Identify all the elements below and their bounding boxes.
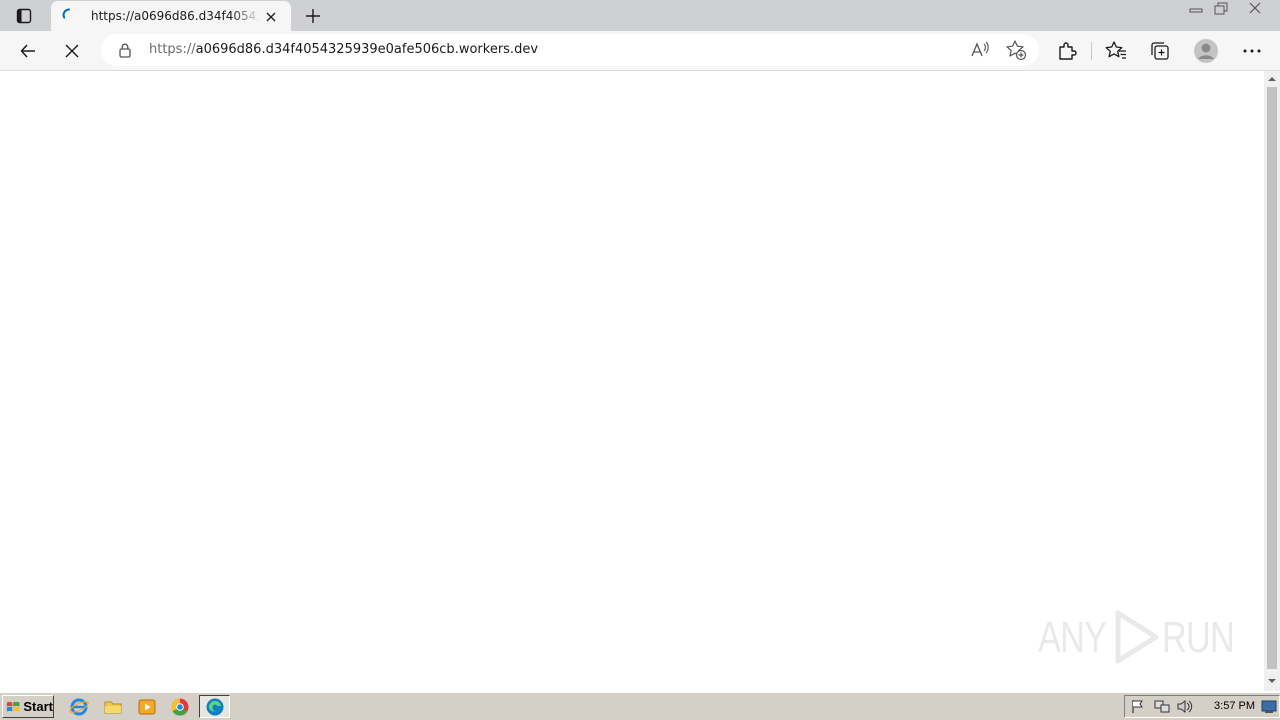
volume-icon[interactable]: [1176, 698, 1194, 715]
action-center-flag-icon[interactable]: [1129, 698, 1147, 715]
tab-strip: https://a0696d86.d34f4054325939e0afe506c…: [0, 0, 1280, 33]
more-options-icon[interactable]: [1240, 39, 1264, 63]
chrome-icon[interactable]: [170, 697, 190, 717]
extensions-icon[interactable]: [1055, 39, 1079, 63]
minimize-button[interactable]: [1185, 1, 1207, 16]
profile-avatar-icon[interactable]: [1193, 38, 1219, 64]
network-icon[interactable]: [1153, 698, 1171, 715]
browser-toolbar: https://a0696d86.d34f4054325939e0afe506c…: [0, 31, 1280, 71]
close-icon: [65, 44, 79, 58]
back-button[interactable]: [14, 37, 42, 65]
taskbar: Start 3:57 PM: [0, 692, 1280, 720]
new-tab-button[interactable]: [302, 5, 324, 27]
play-logo-icon: [1115, 610, 1159, 664]
show-desktop-icon[interactable]: [1261, 699, 1277, 714]
watermark-text-left: ANY: [1038, 613, 1107, 662]
edge-icon: [206, 698, 224, 716]
close-icon: [1249, 2, 1261, 14]
toolbar-divider: [1091, 42, 1092, 60]
vertical-scrollbar[interactable]: [1264, 71, 1280, 691]
windows-logo-icon: [6, 701, 20, 711]
media-player-icon[interactable]: [137, 697, 157, 717]
taskbar-edge-active[interactable]: [199, 695, 230, 718]
read-aloud-icon[interactable]: [969, 40, 991, 60]
start-label: Start: [23, 699, 53, 714]
close-icon: [266, 12, 276, 22]
internet-explorer-icon[interactable]: [69, 697, 89, 717]
stop-loading-button[interactable]: [58, 37, 86, 65]
tab-close-button[interactable]: [261, 7, 281, 27]
watermark-text-right: RUN: [1162, 613, 1235, 662]
window-close-button[interactable]: [1236, 0, 1276, 16]
anyrun-watermark: ANY RUN: [1038, 607, 1238, 667]
collections-icon[interactable]: [1148, 39, 1172, 63]
tab-actions-button[interactable]: [10, 5, 38, 27]
scroll-up-arrow-icon[interactable]: [1264, 73, 1280, 85]
start-button[interactable]: Start: [2, 695, 54, 718]
scroll-down-arrow-icon[interactable]: [1264, 675, 1280, 687]
tab-title-fade: [231, 7, 261, 25]
taskbar-clock[interactable]: 3:57 PM: [1209, 696, 1255, 717]
lock-icon[interactable]: [117, 42, 133, 58]
active-tab[interactable]: https://a0696d86.d34f4054325939e0afe506c…: [51, 1, 291, 33]
arrow-left-icon: [20, 44, 35, 58]
minimize-icon: [1189, 8, 1203, 13]
url-scheme: https://: [149, 42, 196, 57]
loading-spinner-icon: [62, 8, 70, 19]
scrollbar-thumb[interactable]: [1267, 87, 1277, 669]
restore-button[interactable]: [1210, 1, 1232, 16]
file-explorer-icon[interactable]: [103, 697, 123, 717]
address-bar[interactable]: https://a0696d86.d34f4054325939e0afe506c…: [101, 34, 1039, 66]
tab-actions-icon: [16, 8, 32, 24]
url-host: a0696d86.d34f4054325939e0afe506cb.worker…: [195, 42, 539, 57]
plus-icon: [306, 9, 320, 23]
page-content[interactable]: [0, 71, 1264, 691]
add-favorite-icon[interactable]: [1005, 39, 1027, 61]
favorites-icon[interactable]: [1104, 39, 1128, 63]
system-tray: 3:57 PM: [1124, 695, 1280, 718]
restore-icon: [1214, 2, 1228, 15]
url-text[interactable]: https://a0696d86.d34f4054325939e0afe506c…: [149, 34, 538, 66]
